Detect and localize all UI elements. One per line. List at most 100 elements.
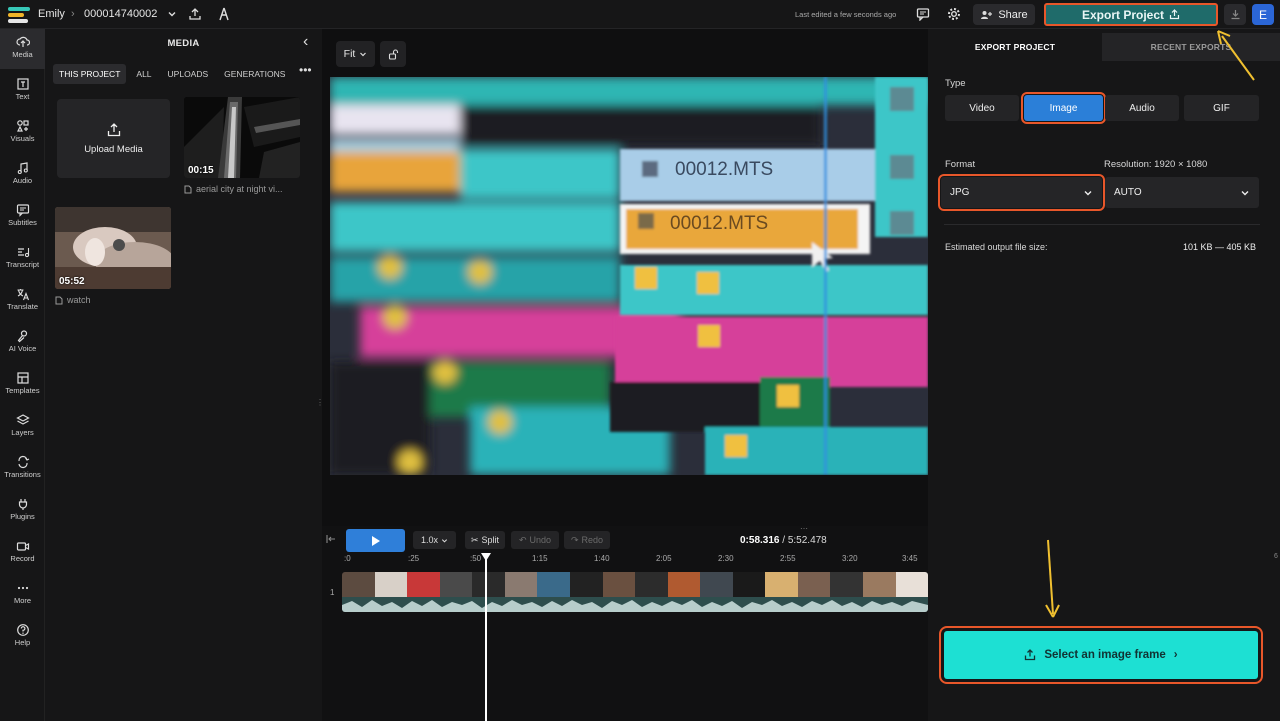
nav-item-more[interactable]: More: [0, 575, 45, 615]
chevron-down-icon[interactable]: [164, 6, 180, 22]
upload-cloud-icon: [0, 34, 45, 50]
project-id[interactable]: 000014740002: [84, 8, 157, 20]
comment-icon[interactable]: [915, 6, 931, 22]
tab-generations[interactable]: GENERATIONS: [218, 64, 291, 84]
ruler-tick: :0: [344, 554, 351, 563]
media-thumbnail-watch[interactable]: 05:52: [55, 207, 171, 289]
breadcrumb-chevron-icon: ›: [71, 8, 75, 20]
transcript-icon: [0, 244, 45, 260]
select-image-frame-button[interactable]: Select an image frame ›: [939, 626, 1263, 684]
thumbnail-caption[interactable]: aerial city at night vi...: [184, 184, 283, 194]
redo-button[interactable]: ↷ Redo: [564, 531, 610, 549]
avatar[interactable]: E: [1252, 4, 1274, 25]
resolution-select[interactable]: AUTO: [1105, 177, 1259, 208]
nav-label: AI Voice: [8, 344, 37, 353]
media-more-icon[interactable]: •••: [299, 63, 312, 77]
type-gif-button[interactable]: GIF: [1184, 95, 1259, 121]
nav-label: Help: [14, 638, 31, 647]
redo-label: Redo: [581, 535, 604, 545]
chevron-down-icon: [1084, 190, 1092, 195]
video-track-clip[interactable]: [342, 572, 928, 612]
redo-icon: ↷: [570, 534, 579, 545]
export-project-button[interactable]: Export Project: [1044, 3, 1218, 26]
nav-item-plugins[interactable]: Plugins: [0, 491, 45, 531]
nav-item-layers[interactable]: Layers: [0, 407, 45, 447]
collapse-panel-icon[interactable]: ‹: [303, 33, 308, 51]
nav-label: More: [13, 596, 32, 605]
cta-label: Select an image frame: [1044, 649, 1166, 661]
voice-icon: [0, 328, 45, 344]
undo-button[interactable]: ↶ Undo: [511, 531, 559, 549]
export-icon: [1169, 9, 1180, 20]
thumbnail-caption-text: watch: [67, 295, 91, 305]
add-user-icon: [981, 10, 993, 19]
media-thumbnail-city[interactable]: 00:15: [184, 97, 300, 178]
user-name[interactable]: Emily: [38, 8, 65, 20]
video-preview[interactable]: 00012.MTS 00012.MTS: [330, 77, 928, 475]
format-value: JPG: [950, 187, 970, 198]
nav-item-visuals[interactable]: Visuals: [0, 113, 45, 153]
ruler-tick: 2:30: [718, 554, 734, 563]
shapes-icon: [0, 118, 45, 134]
nav-label: Media: [12, 50, 33, 59]
nav-label: Layers: [11, 428, 34, 437]
app-logo[interactable]: [8, 7, 30, 23]
tab-all[interactable]: ALL: [130, 64, 157, 84]
type-image-button[interactable]: Image: [1021, 92, 1106, 124]
audio-waveform: [342, 597, 928, 612]
transitions-icon: [0, 454, 45, 470]
format-select[interactable]: JPG: [938, 174, 1105, 211]
file-icon: [55, 296, 63, 304]
tab-uploads[interactable]: UPLOADS: [162, 64, 215, 84]
nav-item-subtitles[interactable]: Subtitles: [0, 197, 45, 237]
playhead[interactable]: [485, 556, 487, 721]
ruler-tick: 3:45: [902, 554, 918, 563]
share-button[interactable]: Share: [973, 4, 1035, 25]
file-icon: [184, 185, 192, 193]
nav-item-translate[interactable]: Translate: [0, 281, 45, 321]
preview-clip-label: 00012.MTS: [675, 159, 773, 180]
chevron-down-icon: [441, 538, 448, 543]
play-icon: [371, 535, 380, 546]
upload-share-icon[interactable]: [187, 6, 203, 22]
camera-icon: [0, 538, 45, 554]
nav-item-text[interactable]: Text: [0, 71, 45, 111]
nav-item-media[interactable]: Media: [0, 29, 45, 69]
nav-item-transitions[interactable]: Transitions: [0, 449, 45, 489]
nav-item-templates[interactable]: Templates: [0, 365, 45, 405]
media-panel: MEDIA ‹ THIS PROJECT ALL UPLOADS GENERAT…: [45, 29, 322, 721]
left-nav: Media Text Visuals Audio Subtitles Trans…: [0, 29, 45, 721]
type-audio-button[interactable]: Audio: [1105, 95, 1179, 121]
current-time: 0:58.316: [740, 535, 780, 546]
nav-item-record[interactable]: Record: [0, 533, 45, 573]
nav-item-help[interactable]: Help: [0, 617, 45, 657]
tab-this-project[interactable]: THIS PROJECT: [53, 64, 127, 84]
magic-compass-icon[interactable]: [216, 6, 232, 22]
type-label: Type: [945, 78, 966, 89]
download-icon: [1231, 10, 1239, 20]
timeline-ruler[interactable]: :0 :25 :50 1:15 1:40 2:05 2:30 2:55 3:20…: [344, 554, 928, 570]
play-button[interactable]: [346, 529, 405, 552]
ruler-tick: :50: [470, 554, 482, 563]
gear-icon[interactable]: [946, 6, 962, 22]
tab-export-project[interactable]: EXPORT PROJECT: [928, 33, 1102, 61]
annotation-arrow-icon: [1045, 539, 1060, 618]
upload-media-button[interactable]: Upload Media: [57, 99, 170, 178]
speed-dropdown[interactable]: 1.0x: [413, 531, 456, 549]
download-button[interactable]: [1224, 4, 1246, 25]
nav-label: Audio: [12, 176, 33, 185]
panel-resize-handle[interactable]: ⋮: [316, 398, 324, 410]
nav-item-transcript[interactable]: Transcript: [0, 239, 45, 279]
thumbnail-caption[interactable]: watch: [55, 295, 91, 305]
aspect-lock-button[interactable]: [380, 41, 406, 67]
ellipsis-icon: [0, 580, 45, 596]
nav-item-audio[interactable]: Audio: [0, 155, 45, 195]
split-button[interactable]: ✂ Split: [465, 531, 505, 549]
filesize-value: 101 KB — 405 KB: [1183, 242, 1257, 252]
text-icon: [0, 76, 45, 92]
collapse-timeline-icon[interactable]: [326, 534, 336, 544]
nav-item-ai-voice[interactable]: AI Voice: [0, 323, 45, 363]
fit-dropdown[interactable]: Fit: [336, 41, 375, 67]
type-video-button[interactable]: Video: [945, 95, 1019, 121]
nav-label: Subtitles: [8, 218, 37, 227]
